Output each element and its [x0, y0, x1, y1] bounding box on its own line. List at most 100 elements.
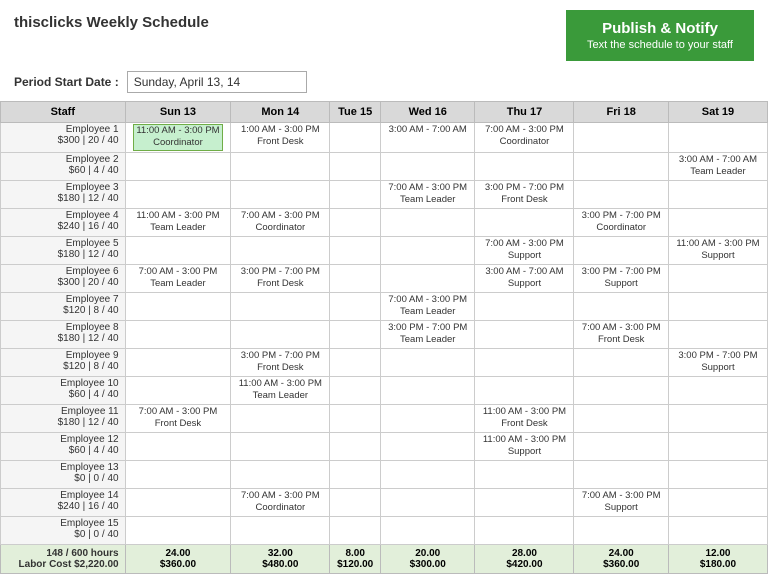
shift-cell-thu: 3:00 AM - 7:00 AMSupport [475, 264, 574, 292]
shift-cell-wed: 7:00 AM - 3:00 PMTeam Leader [381, 292, 475, 320]
shift-cell-sat [668, 180, 767, 208]
cell-shift: 1:00 AM - 3:00 PMFront Desk [233, 124, 327, 149]
shift-cell-wed [381, 460, 475, 488]
shift-cell-tue [330, 208, 381, 236]
table-row: Employee 7$120 | 8 / 40 7:00 AM - 3:00 PM… [1, 292, 768, 320]
shift-cell-fri [574, 460, 668, 488]
shift-cell-tue [330, 516, 381, 544]
shift-cell-tue [330, 320, 381, 348]
schedule-table: Staff Sun 13 Mon 14 Tue 15 Wed 16 Thu 17… [0, 101, 768, 574]
col-sun: Sun 13 [125, 102, 231, 123]
staff-cell: Employee 6$300 | 20 / 40 [1, 264, 126, 292]
shift-cell-tue [330, 488, 381, 516]
shift-cell-mon [231, 152, 330, 180]
cell-shift: 7:00 AM - 3:00 PMTeam Leader [128, 266, 229, 291]
shift-cell-sat [668, 516, 767, 544]
footer-fri: 24.00 $360.00 [574, 544, 668, 573]
footer-thu: 28.00 $420.00 [475, 544, 574, 573]
cell-shift: 7:00 AM - 3:00 PMSupport [576, 490, 665, 515]
table-row: Employee 3$180 | 12 / 407:00 AM - 3:00 P… [1, 180, 768, 208]
shift-cell-mon: 7:00 AM - 3:00 PMCoordinator [231, 488, 330, 516]
cell-shift: 3:00 PM - 7:00 PMSupport [576, 266, 665, 291]
staff-cell: Employee 1$300 | 20 / 40 [1, 123, 126, 153]
cell-shift: 11:00 AM - 3:00 PMCoordinator [133, 124, 222, 151]
table-row: Employee 11$180 | 12 / 407:00 AM - 3:00 … [1, 404, 768, 432]
shift-cell-sat [668, 264, 767, 292]
shift-cell-sun [125, 180, 231, 208]
footer-tue: 8.00 $120.00 [330, 544, 381, 573]
footer-sun: 24.00 $360.00 [125, 544, 231, 573]
shift-cell-mon [231, 516, 330, 544]
shift-cell-thu: 11:00 AM - 3:00 PMFront Desk [475, 404, 574, 432]
staff-cell: Employee 2$60 | 4 / 40 [1, 152, 126, 180]
shift-cell-mon: 7:00 AM - 3:00 PMCoordinator [231, 208, 330, 236]
header: thisclicks Weekly Schedule Publish & Not… [0, 0, 768, 67]
cell-shift: 7:00 AM - 3:00 PMFront Desk [128, 406, 229, 431]
shift-cell-mon: 3:00 PM - 7:00 PMFront Desk [231, 348, 330, 376]
shift-cell-sun: 11:00 AM - 3:00 PMCoordinator [125, 123, 231, 153]
shift-cell-fri: 3:00 PM - 7:00 PMCoordinator [574, 208, 668, 236]
total-hours: 148 / 600 hours [5, 548, 119, 559]
shift-cell-wed [381, 516, 475, 544]
shift-cell-thu: 7:00 AM - 3:00 PMSupport [475, 236, 574, 264]
footer-sat: 12.00 $180.00 [668, 544, 767, 573]
table-row: Employee 14$240 | 16 / 407:00 AM - 3:00 … [1, 488, 768, 516]
cell-shift: 11:00 AM - 3:00 PMTeam Leader [128, 210, 229, 235]
shift-cell-fri: 3:00 PM - 7:00 PMSupport [574, 264, 668, 292]
shift-cell-sun [125, 460, 231, 488]
cell-shift: 3:00 PM - 7:00 PMSupport [671, 350, 765, 375]
table-row: Employee 13$0 | 0 / 40 [1, 460, 768, 488]
shift-cell-sat [668, 123, 767, 153]
shift-cell-wed [381, 432, 475, 460]
shift-cell-thu [475, 488, 574, 516]
cell-shift: 11:00 AM - 3:00 PMTeam Leader [233, 378, 327, 403]
labor-cost: Labor Cost $2,220.00 [5, 559, 119, 570]
shift-cell-sat: 3:00 AM - 7:00 AMTeam Leader [668, 152, 767, 180]
table-header-row: Staff Sun 13 Mon 14 Tue 15 Wed 16 Thu 17… [1, 102, 768, 123]
cell-shift: 7:00 AM - 3:00 PMTeam Leader [383, 182, 472, 207]
col-wed: Wed 16 [381, 102, 475, 123]
col-thu: Thu 17 [475, 102, 574, 123]
shift-cell-wed: 3:00 PM - 7:00 PMTeam Leader [381, 320, 475, 348]
shift-cell-sun: 7:00 AM - 3:00 PMTeam Leader [125, 264, 231, 292]
staff-cell: Employee 13$0 | 0 / 40 [1, 460, 126, 488]
shift-cell-thu [475, 348, 574, 376]
table-row: Employee 5$180 | 12 / 407:00 AM - 3:00 P… [1, 236, 768, 264]
period-start-date-input[interactable] [127, 71, 307, 93]
shift-cell-wed [381, 348, 475, 376]
shift-cell-sat [668, 432, 767, 460]
cell-shift: 11:00 AM - 3:00 PMFront Desk [477, 406, 571, 431]
shift-cell-tue [330, 460, 381, 488]
staff-cell: Employee 7$120 | 8 / 40 [1, 292, 126, 320]
shift-cell-wed [381, 376, 475, 404]
cell-shift: 3:00 AM - 7:00 AMTeam Leader [671, 154, 765, 179]
cell-shift: 3:00 PM - 7:00 PMTeam Leader [383, 322, 472, 347]
shift-cell-mon [231, 404, 330, 432]
shift-cell-thu [475, 292, 574, 320]
staff-cell: Employee 11$180 | 12 / 40 [1, 404, 126, 432]
cell-shift: 7:00 AM - 3:00 PMCoordinator [477, 124, 571, 149]
shift-cell-fri [574, 432, 668, 460]
table-row: Employee 10$60 | 4 / 4011:00 AM - 3:00 P… [1, 376, 768, 404]
staff-cell: Employee 12$60 | 4 / 40 [1, 432, 126, 460]
shift-cell-fri [574, 236, 668, 264]
shift-cell-thu: 11:00 AM - 3:00 PMSupport [475, 432, 574, 460]
shift-cell-sun [125, 292, 231, 320]
shift-cell-fri [574, 292, 668, 320]
cell-shift: 3:00 AM - 7:00 AMSupport [477, 266, 571, 291]
shift-cell-mon: 11:00 AM - 3:00 PMTeam Leader [231, 376, 330, 404]
shift-cell-tue [330, 152, 381, 180]
shift-cell-tue [330, 404, 381, 432]
shift-cell-thu: 3:00 PM - 7:00 PMFront Desk [475, 180, 574, 208]
table-row: Employee 12$60 | 4 / 40 11:00 AM - 3:00 P… [1, 432, 768, 460]
publish-notify-button[interactable]: Publish & Notify Text the schedule to yo… [566, 10, 754, 61]
shift-cell-mon [231, 292, 330, 320]
shift-cell-sat [668, 488, 767, 516]
shift-cell-thu [475, 152, 574, 180]
shift-cell-tue [330, 432, 381, 460]
staff-cell: Employee 8$180 | 12 / 40 [1, 320, 126, 348]
cell-shift: 3:00 PM - 7:00 PMFront Desk [233, 350, 327, 375]
shift-cell-fri: 7:00 AM - 3:00 PMFront Desk [574, 320, 668, 348]
footer-wed: 20.00 $300.00 [381, 544, 475, 573]
cell-shift: 11:00 AM - 3:00 PMSupport [671, 238, 765, 263]
